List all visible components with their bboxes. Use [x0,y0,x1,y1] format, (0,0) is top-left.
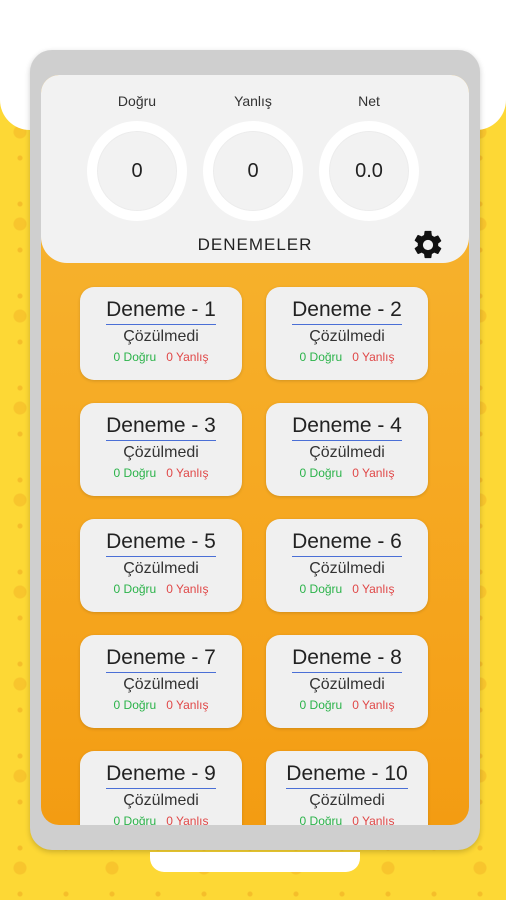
card-counts: 0 Doğru 0 Yanlış [80,814,242,825]
card-status: Çözülmedi [309,792,385,809]
correct-count: 0 Doğru [299,466,343,480]
device-frame: Doğru 0 Yanlış 0 Net 0.0 DENEMELER Denem… [30,50,480,850]
wrong-count: 0 Yanlış [352,814,395,825]
correct-count: 0 Doğru [299,698,343,712]
deneme-card[interactable]: Deneme - 7 Çözülmedi 0 Doğru 0 Yanlış [80,635,242,728]
deneme-card[interactable]: Deneme - 6 Çözülmedi 0 Doğru 0 Yanlış [266,519,428,612]
deneme-card[interactable]: Deneme - 1 Çözülmedi 0 Doğru 0 Yanlış [80,287,242,380]
card-title: Deneme - 6 [292,530,402,557]
card-status: Çözülmedi [309,328,385,345]
card-title: Deneme - 8 [292,646,402,673]
stat-yanlis: Yanlış 0 [201,93,305,221]
card-title: Deneme - 2 [292,298,402,325]
wrong-count: 0 Yanlış [352,350,395,364]
stat-value: 0 [247,159,259,182]
card-title: Deneme - 9 [106,762,216,789]
screen: Doğru 0 Yanlış 0 Net 0.0 DENEMELER Denem… [41,75,469,825]
deneme-card[interactable]: Deneme - 3 Çözülmedi 0 Doğru 0 Yanlış [80,403,242,496]
deneme-card[interactable]: Deneme - 2 Çözülmedi 0 Doğru 0 Yanlış [266,287,428,380]
card-counts: 0 Doğru 0 Yanlış [266,814,428,825]
gear-icon[interactable] [411,228,445,262]
correct-count: 0 Doğru [299,350,343,364]
wrong-count: 0 Yanlış [352,582,395,596]
stat-label: Net [358,93,380,109]
stats-header: Doğru 0 Yanlış 0 Net 0.0 DENEMELER [41,75,469,263]
card-status: Çözülmedi [309,444,385,461]
deneme-card[interactable]: Deneme - 8 Çözülmedi 0 Doğru 0 Yanlış [266,635,428,728]
card-title: Deneme - 10 [286,762,408,789]
stat-label: Yanlış [234,93,272,109]
stat-value: 0.0 [355,159,383,182]
correct-count: 0 Doğru [299,814,343,825]
card-status: Çözülmedi [123,792,199,809]
stat-ring: 0.0 [319,121,419,221]
card-counts: 0 Doğru 0 Yanlış [266,582,428,596]
correct-count: 0 Doğru [299,582,343,596]
card-counts: 0 Doğru 0 Yanlış [266,350,428,364]
stat-net: Net 0.0 [317,93,421,221]
card-counts: 0 Doğru 0 Yanlış [266,698,428,712]
card-counts: 0 Doğru 0 Yanlış [80,698,242,712]
card-counts: 0 Doğru 0 Yanlış [80,350,242,364]
card-status: Çözülmedi [123,676,199,693]
bottom-banner [150,852,360,872]
wrong-count: 0 Yanlış [166,466,209,480]
card-title: Deneme - 3 [106,414,216,441]
card-title: Deneme - 4 [292,414,402,441]
stat-dogru: Doğru 0 [85,93,189,221]
card-title: Deneme - 5 [106,530,216,557]
wrong-count: 0 Yanlış [166,350,209,364]
wrong-count: 0 Yanlış [166,582,209,596]
card-status: Çözülmedi [309,676,385,693]
card-status: Çözülmedi [309,560,385,577]
wrong-count: 0 Yanlış [166,698,209,712]
correct-count: 0 Doğru [113,350,157,364]
deneme-card[interactable]: Deneme - 9 Çözülmedi 0 Doğru 0 Yanlış [80,751,242,825]
card-counts: 0 Doğru 0 Yanlış [80,466,242,480]
card-counts: 0 Doğru 0 Yanlış [80,582,242,596]
correct-count: 0 Doğru [113,466,157,480]
card-title: Deneme - 7 [106,646,216,673]
correct-count: 0 Doğru [113,814,157,825]
stat-ring: 0 [203,121,303,221]
wrong-count: 0 Yanlış [166,814,209,825]
stat-label: Doğru [117,93,157,109]
deneme-card[interactable]: Deneme - 4 Çözülmedi 0 Doğru 0 Yanlış [266,403,428,496]
card-status: Çözülmedi [123,444,199,461]
correct-count: 0 Doğru [113,698,157,712]
deneme-card[interactable]: Deneme - 5 Çözülmedi 0 Doğru 0 Yanlış [80,519,242,612]
stat-value: 0 [131,159,143,182]
wrong-count: 0 Yanlış [352,698,395,712]
correct-count: 0 Doğru [113,582,157,596]
card-title: Deneme - 1 [106,298,216,325]
stat-ring: 0 [87,121,187,221]
card-counts: 0 Doğru 0 Yanlış [266,466,428,480]
card-status: Çözülmedi [123,328,199,345]
deneme-card[interactable]: Deneme - 10 Çözülmedi 0 Doğru 0 Yanlış [266,751,428,825]
section-title: DENEMELER [197,235,313,254]
wrong-count: 0 Yanlış [352,466,395,480]
card-status: Çözülmedi [123,560,199,577]
